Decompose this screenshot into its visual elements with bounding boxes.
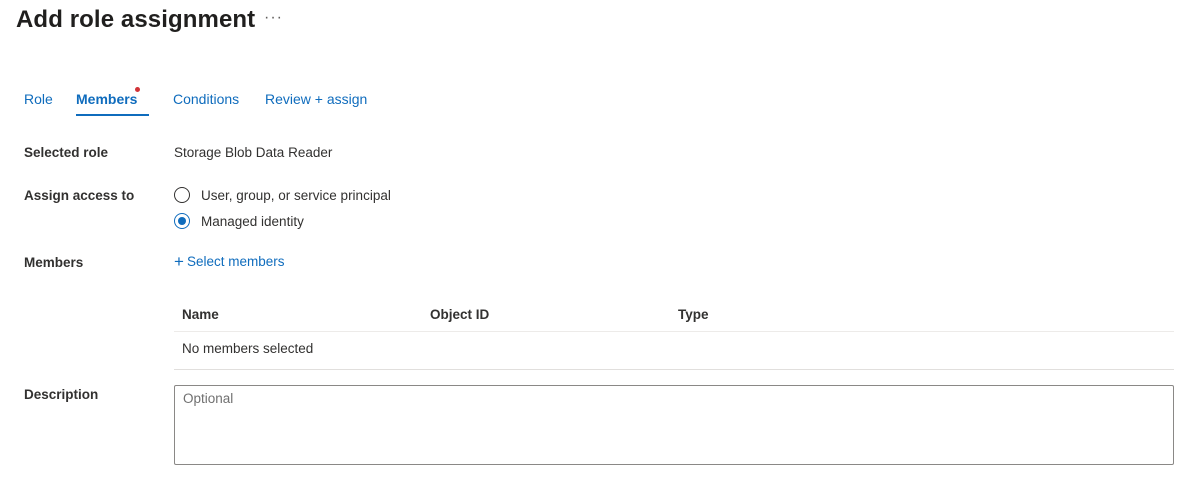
selected-role-label: Selected role [24,145,109,160]
assign-access-label: Assign access to [24,188,135,203]
description-label: Description [24,387,99,402]
radio-label-managed-identity: Managed identity [201,214,304,229]
column-header-name[interactable]: Name [182,306,219,324]
required-indicator-dot [135,87,140,92]
select-members-link[interactable]: + Select members [174,253,284,271]
radio-unchecked-icon[interactable] [174,187,190,203]
page-title: Add role assignment [16,6,256,33]
description-field[interactable] [174,385,1174,465]
members-table: Name Object ID Type No members selected [174,296,1174,370]
tab-review-assign[interactable]: Review + assign [265,90,367,108]
plus-icon: + [174,252,184,271]
selected-role-value: Storage Blob Data Reader [174,145,333,160]
tab-role[interactable]: Role [24,90,53,108]
empty-state-text: No members selected [182,341,314,356]
column-header-type[interactable]: Type [678,306,709,324]
active-tab-underline [76,114,149,116]
radio-label-user-group: User, group, or service principal [201,188,391,203]
radio-checked-icon[interactable] [174,213,190,229]
tab-members[interactable]: Members [76,90,137,108]
select-members-text: Select members [186,254,285,269]
column-header-object-id[interactable]: Object ID [430,306,489,324]
members-label: Members [24,255,84,270]
tab-conditions[interactable]: Conditions [173,90,239,108]
table-empty-row: No members selected [174,332,1174,370]
more-icon[interactable]: ··· [264,8,283,28]
table-header: Name Object ID Type [174,296,1174,332]
